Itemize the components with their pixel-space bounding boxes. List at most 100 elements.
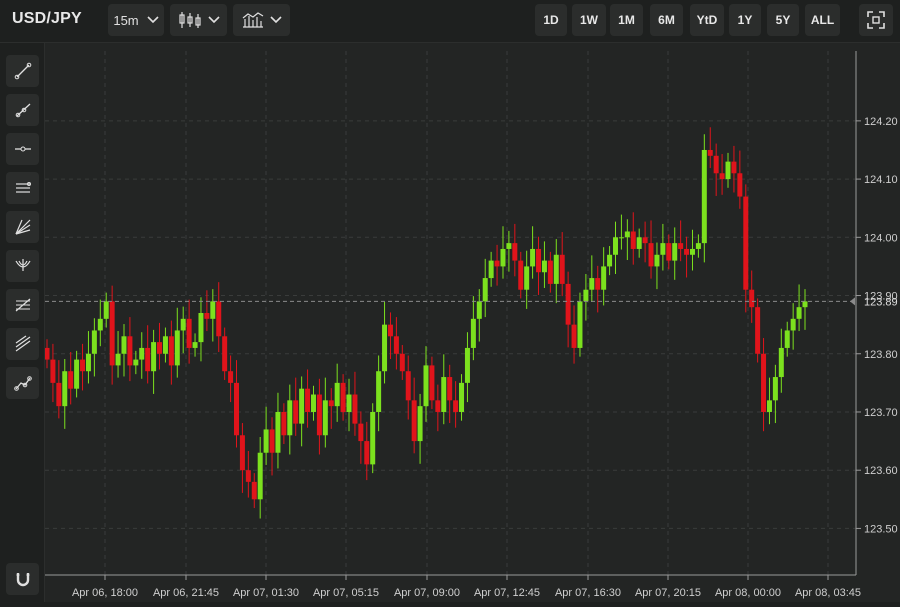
x-tick-label: Apr 07, 01:30 <box>233 587 299 599</box>
tool-magnet[interactable] <box>6 563 39 595</box>
candlestick-icon <box>178 12 201 28</box>
candle-body <box>399 353 405 372</box>
indicators-icon <box>242 12 263 28</box>
range-button-1m[interactable]: 1M <box>610 4 643 36</box>
candle-body <box>251 481 257 500</box>
candle-body <box>512 243 518 261</box>
horizontal-line-icon <box>14 146 31 152</box>
candle-body <box>382 324 388 372</box>
candle-body <box>547 260 553 284</box>
tool-fan[interactable] <box>6 211 39 243</box>
candle-body <box>488 260 494 279</box>
fan-icon <box>14 219 30 235</box>
candle-body <box>85 353 91 372</box>
drawing-tools-sidebar <box>0 43 45 602</box>
candle-body <box>447 377 453 401</box>
candle-body <box>417 406 423 442</box>
candle-body <box>766 400 772 412</box>
candle-body <box>642 237 648 244</box>
candle-body <box>287 400 293 436</box>
range-button-all[interactable]: ALL <box>805 4 840 36</box>
fullscreen-button[interactable] <box>859 4 893 36</box>
range-button-1y[interactable]: 1Y <box>729 4 761 36</box>
candle-body <box>145 347 151 372</box>
y-tick-label: 123.50 <box>864 523 898 535</box>
candle-body <box>305 388 311 412</box>
candle-body <box>322 400 328 436</box>
candle-body <box>370 411 376 465</box>
candle-body <box>583 289 589 302</box>
candle-body <box>139 347 145 360</box>
price-chart[interactable]: 124.20124.10124.00123.90123.80123.70123.… <box>44 43 900 602</box>
tool-trend-line[interactable] <box>6 55 39 87</box>
interval-selector[interactable]: 15m <box>108 4 164 36</box>
candle-body <box>630 231 636 249</box>
candle-body <box>234 382 239 436</box>
range-button-1w[interactable]: 1W <box>572 4 606 36</box>
range-button-ytd[interactable]: YtD <box>690 4 724 36</box>
candle-body <box>441 377 447 412</box>
candle-body <box>216 301 222 337</box>
symbol-title: USD/JPY <box>12 10 82 27</box>
candle-body <box>74 359 80 389</box>
candle-body <box>340 382 346 412</box>
candle-body <box>405 371 411 401</box>
candle-body <box>162 336 168 354</box>
candle-body <box>482 278 488 302</box>
candle-body <box>435 400 441 412</box>
candle-body <box>346 394 352 412</box>
tool-regression-channel[interactable] <box>6 328 39 360</box>
candle-body <box>524 266 530 290</box>
candle-body <box>127 336 133 366</box>
candle-body <box>168 336 174 366</box>
range-button-6m[interactable]: 6M <box>650 4 683 36</box>
tool-parallel-channel[interactable] <box>6 172 39 204</box>
y-tick-label: 124.20 <box>864 116 898 128</box>
chevron-down-icon <box>269 16 282 24</box>
candle-body <box>553 254 559 284</box>
chart-area[interactable]: 124.20 124.10 124.00 123.90 123.80 123.70 123.… <box>44 43 900 602</box>
candle-body <box>198 313 204 343</box>
candle-body <box>778 347 784 378</box>
chevron-down-icon <box>207 16 220 24</box>
candle-body <box>151 342 157 372</box>
chart-type-selector[interactable] <box>170 4 227 36</box>
tool-pitchfork[interactable] <box>6 250 39 282</box>
range-button-5y[interactable]: 5Y <box>767 4 799 36</box>
candle-body <box>334 382 340 407</box>
tool-ray-line[interactable] <box>6 94 39 126</box>
candle-body <box>678 243 684 249</box>
tool-horizontal-line[interactable] <box>6 133 39 165</box>
range-button-1d[interactable]: 1D <box>535 4 567 36</box>
candle-body <box>103 301 109 319</box>
tool-fibonacci[interactable] <box>6 289 39 321</box>
candle-body <box>672 243 678 261</box>
x-tick-label: Apr 08, 03:45 <box>795 587 861 599</box>
candle-body <box>755 307 761 354</box>
x-tick-label: Apr 06, 18:00 <box>72 587 138 599</box>
indicators-selector[interactable] <box>233 4 290 36</box>
fullscreen-icon <box>867 11 885 29</box>
candle-body <box>618 237 624 239</box>
x-tick-label: Apr 07, 16:30 <box>555 587 621 599</box>
candle-body <box>204 313 210 319</box>
y-tick-label: 123.60 <box>864 465 898 477</box>
candle-body <box>174 330 180 366</box>
tool-path[interactable] <box>6 367 39 399</box>
magnet-icon <box>16 573 29 587</box>
chevron-down-icon <box>147 16 159 24</box>
candle-body <box>44 347 50 360</box>
candle-body <box>299 388 305 424</box>
candle-body <box>613 237 618 255</box>
x-tick-label: Apr 07, 09:00 <box>394 587 460 599</box>
candle-body <box>411 400 417 442</box>
candle-body <box>476 301 482 319</box>
x-tick-label: Apr 07, 12:45 <box>474 587 540 599</box>
candle-body <box>310 394 316 412</box>
candle-body <box>802 301 808 308</box>
candle-body <box>684 248 690 255</box>
candle-body <box>210 301 216 319</box>
candle-body <box>293 400 299 424</box>
candle-body <box>772 377 778 401</box>
candle-body <box>595 278 601 290</box>
